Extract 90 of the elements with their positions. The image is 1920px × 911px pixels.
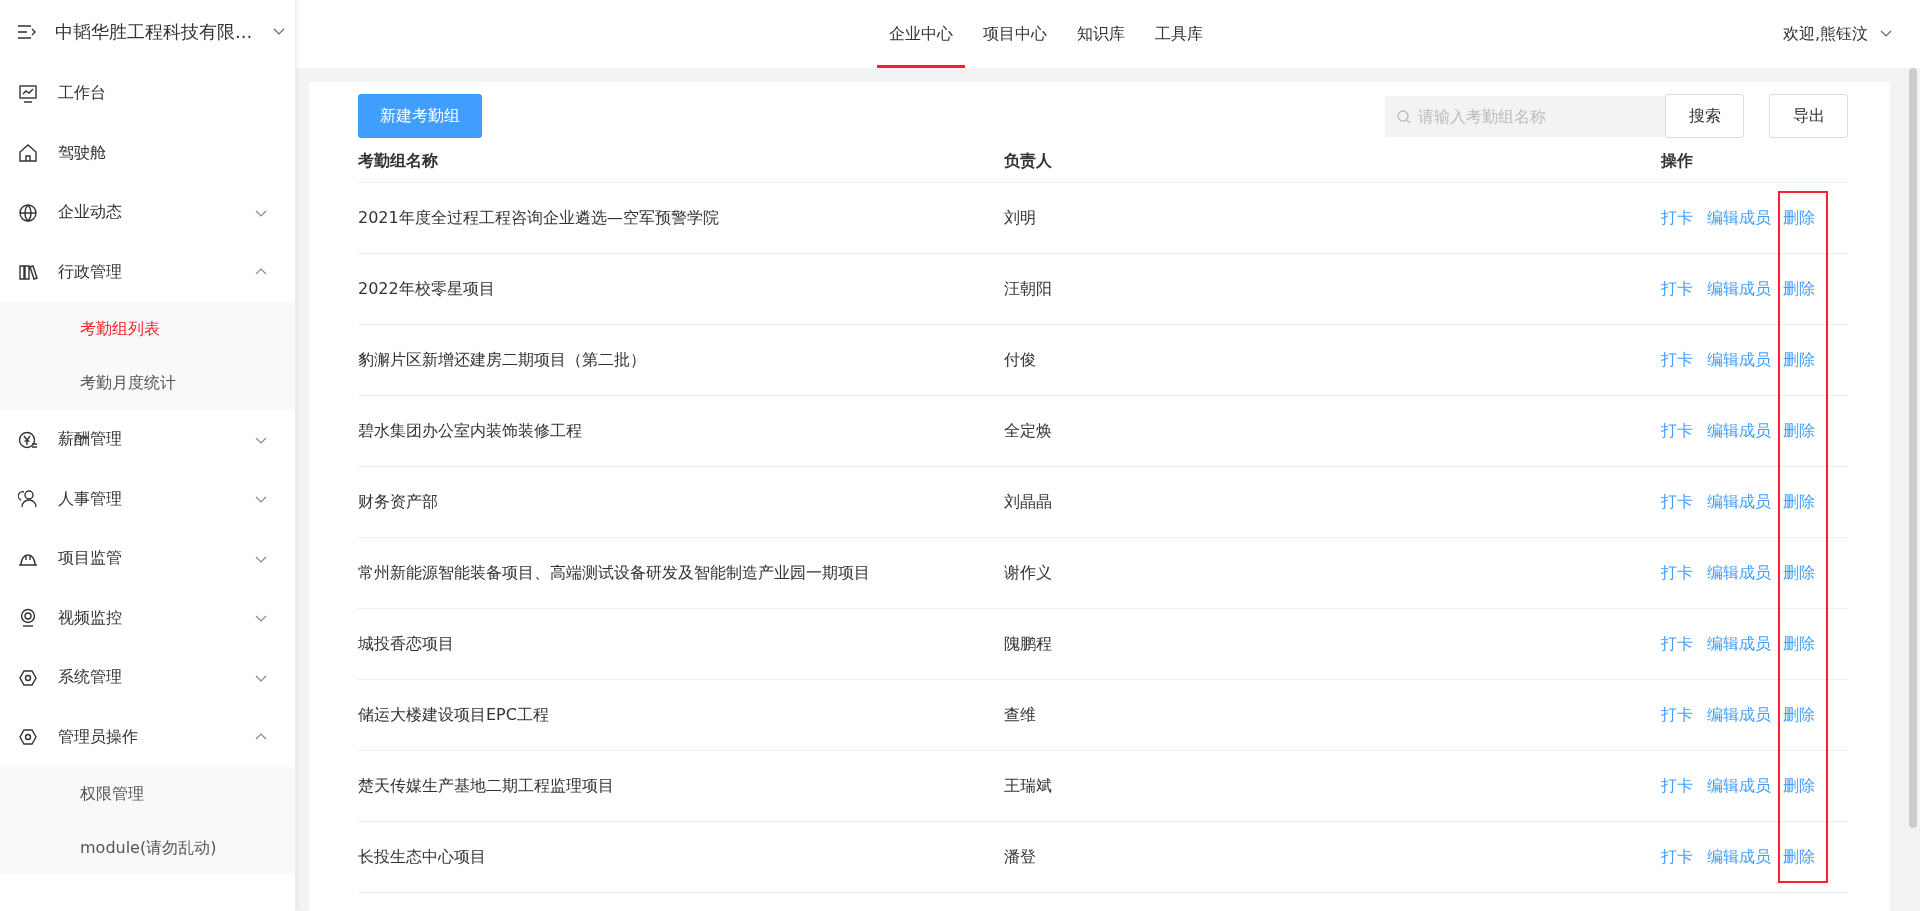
yen-coin-icon xyxy=(18,429,38,450)
submenu-item[interactable]: 考勤组列表 xyxy=(0,302,295,356)
home-icon xyxy=(18,143,38,164)
submenu-item[interactable]: 考勤月度统计 xyxy=(0,356,295,410)
menu-item[interactable]: 行政管理 xyxy=(0,242,295,302)
menu-item[interactable]: 企业动态 xyxy=(0,183,295,243)
monitor-icon xyxy=(18,83,38,104)
nav-tab[interactable]: 知识库 xyxy=(1065,0,1137,68)
table-cell-text: 财务资产部 xyxy=(358,491,439,513)
action-link[interactable]: 编辑成员 xyxy=(1707,775,1771,797)
action-link[interactable]: 打卡 xyxy=(1661,562,1693,584)
submenu-item[interactable]: module(请勿乱动) xyxy=(0,821,295,875)
search-button[interactable]: 搜索 xyxy=(1665,94,1744,138)
menu-item[interactable]: 视频监控 xyxy=(0,588,295,648)
scrollbar-thumb[interactable] xyxy=(1909,68,1917,828)
action-link[interactable]: 删除 xyxy=(1783,633,1815,655)
table-cell-text: 豹澥片区新增还建房二期项目（第二批） xyxy=(358,349,647,371)
action-link[interactable]: 编辑成员 xyxy=(1707,633,1771,655)
menu-item[interactable]: 系统管理 xyxy=(0,648,295,708)
menu-icon[interactable] xyxy=(17,24,37,40)
action-link[interactable]: 打卡 xyxy=(1661,633,1693,655)
action-link[interactable]: 打卡 xyxy=(1661,775,1693,797)
column-header: 操作 xyxy=(1661,150,1694,172)
table-cell-text: 2021年度全过程工程咨询企业遴选—空军预警学院 xyxy=(358,207,720,229)
action-link[interactable]: 编辑成员 xyxy=(1707,491,1771,513)
menu-item[interactable]: 驾驶舱 xyxy=(0,123,295,183)
export-button[interactable]: 导出 xyxy=(1769,94,1848,138)
action-link[interactable]: 编辑成员 xyxy=(1707,278,1771,300)
table-cell-text: 全定焕 xyxy=(1004,420,1053,442)
table-cell-text: 碧水集团办公室内装饰装修工程 xyxy=(358,420,583,442)
table-cell-text: 谢作义 xyxy=(1004,562,1053,584)
menu-item[interactable]: 人事管理 xyxy=(0,469,295,529)
column-header: 负责人 xyxy=(1004,150,1053,172)
menu-item[interactable]: 项目监管 xyxy=(0,529,295,589)
table-cell-text: 汪朝阳 xyxy=(1004,278,1053,300)
people-icon xyxy=(18,489,38,510)
company-name[interactable]: 中韬华胜工程科技有限... xyxy=(55,20,255,44)
nav-tab[interactable]: 工具库 xyxy=(1143,0,1215,68)
action-link[interactable]: 删除 xyxy=(1783,562,1815,584)
search-icon xyxy=(1397,109,1411,124)
action-link[interactable]: 打卡 xyxy=(1661,207,1693,229)
action-link[interactable]: 删除 xyxy=(1783,349,1815,371)
table-cell-text: 楚天传媒生产基地二期工程监理项目 xyxy=(358,775,615,797)
action-link[interactable]: 打卡 xyxy=(1661,278,1693,300)
table-cell-text: 长投生态中心项目 xyxy=(358,846,487,868)
action-link[interactable]: 打卡 xyxy=(1661,846,1693,868)
chevron-down-icon[interactable] xyxy=(273,28,285,36)
user-greeting[interactable]: 欢迎,熊钰汶 xyxy=(1782,23,1868,45)
menu-item[interactable]: 薪酬管理 xyxy=(0,410,295,470)
hexagon-icon xyxy=(18,727,38,748)
action-link[interactable]: 打卡 xyxy=(1661,704,1693,726)
column-header: 考勤组名称 xyxy=(358,150,439,172)
action-link[interactable]: 编辑成员 xyxy=(1707,846,1771,868)
table-cell-text: 查维 xyxy=(1004,704,1037,726)
action-link[interactable]: 打卡 xyxy=(1661,349,1693,371)
action-link[interactable]: 编辑成员 xyxy=(1707,207,1771,229)
chevron-down-icon[interactable] xyxy=(1880,30,1892,38)
table-cell-text: 储运大楼建设项目EPC工程 xyxy=(358,704,550,726)
action-link[interactable]: 编辑成员 xyxy=(1707,704,1771,726)
menu-item[interactable]: 管理员操作 xyxy=(0,707,295,767)
action-link[interactable]: 编辑成员 xyxy=(1707,562,1771,584)
action-link[interactable]: 打卡 xyxy=(1661,420,1693,442)
table-cell-text: 常州新能源智能装备项目、高端测试设备研发及智能制造产业园一期项目 xyxy=(358,562,871,584)
action-link[interactable]: 删除 xyxy=(1783,704,1815,726)
action-link[interactable]: 编辑成员 xyxy=(1707,420,1771,442)
action-link[interactable]: 删除 xyxy=(1783,846,1815,868)
hexagon-icon xyxy=(18,667,38,688)
nav-tab[interactable]: 项目中心 xyxy=(971,0,1059,68)
table-cell-text: 刘晶晶 xyxy=(1004,491,1053,513)
submenu-item[interactable]: 权限管理 xyxy=(0,767,295,821)
action-link[interactable]: 删除 xyxy=(1783,491,1815,513)
table-cell-text: 城投香恋项目 xyxy=(358,633,455,655)
table-cell-text: 刘明 xyxy=(1004,207,1037,229)
books-icon xyxy=(18,262,38,283)
table-cell-text: 潘登 xyxy=(1004,846,1037,868)
nav-tab[interactable]: 企业中心 xyxy=(877,0,965,68)
action-link[interactable]: 删除 xyxy=(1783,207,1815,229)
action-link[interactable]: 删除 xyxy=(1783,278,1815,300)
action-link[interactable]: 删除 xyxy=(1783,420,1815,442)
table-cell-text: 隗鹏程 xyxy=(1004,633,1053,655)
table-cell-text: 付俊 xyxy=(1004,349,1037,371)
new-group-button[interactable]: 新建考勤组 xyxy=(358,94,482,138)
action-link[interactable]: 删除 xyxy=(1783,775,1815,797)
table-cell-text: 王瑞斌 xyxy=(1004,775,1053,797)
action-link[interactable]: 打卡 xyxy=(1661,491,1693,513)
action-link[interactable]: 编辑成员 xyxy=(1707,349,1771,371)
menu-item[interactable]: 工作台 xyxy=(0,64,295,124)
webcam-icon xyxy=(18,608,38,629)
globe-icon xyxy=(18,202,38,223)
table-cell-text: 2022年校零星项目 xyxy=(358,278,496,300)
